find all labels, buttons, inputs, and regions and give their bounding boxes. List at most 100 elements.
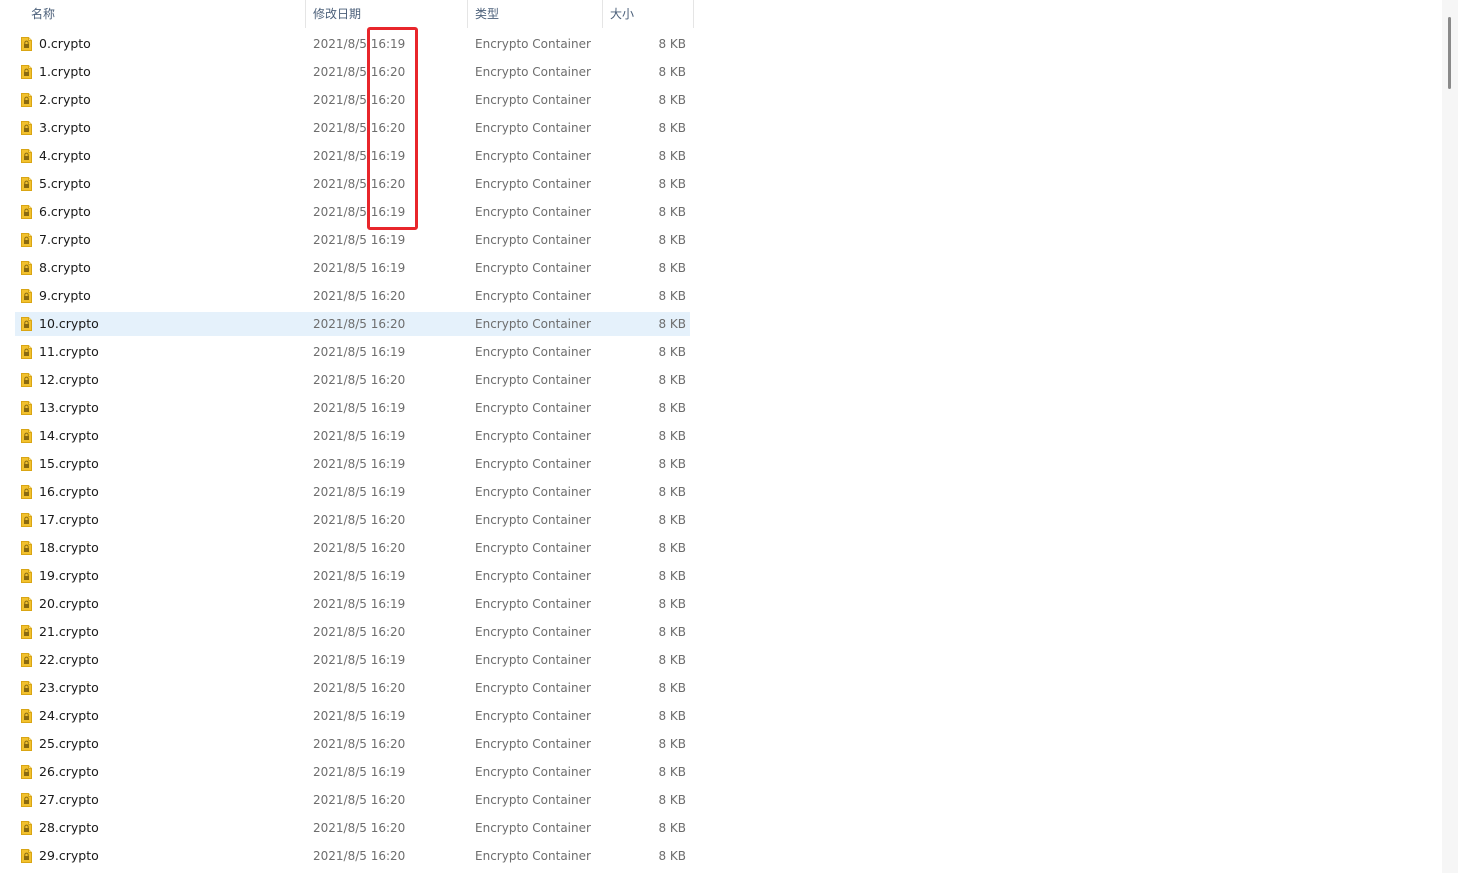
file-row[interactable]: 12.crypto 2021/8/5 16:20 Encrypto Containe…: [0, 368, 700, 396]
crypto-file-icon: [21, 233, 32, 247]
file-row[interactable]: 16.crypto 2021/8/5 16:19 Encrypto Containe…: [0, 480, 700, 508]
file-size: 8 KB: [658, 205, 686, 219]
crypto-file-icon: [21, 93, 32, 107]
file-size: 8 KB: [658, 373, 686, 387]
file-row[interactable]: 20.crypto 2021/8/5 16:19 Encrypto Containe…: [0, 592, 700, 620]
file-modified-date: 2021/8/5 16:20: [313, 849, 406, 863]
file-modified-date: 2021/8/5 16:20: [313, 317, 406, 331]
file-row[interactable]: 29.crypto 2021/8/5 16:20 Encrypto Containe…: [0, 844, 700, 872]
file-modified-date: 2021/8/5 16:19: [313, 345, 406, 359]
crypto-file-icon: [21, 793, 32, 807]
file-type: Encrypto Container: [475, 121, 591, 135]
file-type: Encrypto Container: [475, 177, 591, 191]
file-type: Encrypto Container: [475, 485, 591, 499]
column-header-date[interactable]: 修改日期: [313, 0, 361, 28]
crypto-file-icon: [21, 373, 32, 387]
file-type: Encrypto Container: [475, 261, 591, 275]
file-size: 8 KB: [658, 653, 686, 667]
crypto-file-icon: [21, 485, 32, 499]
file-type: Encrypto Container: [475, 793, 591, 807]
file-size: 8 KB: [658, 289, 686, 303]
file-row[interactable]: 4.crypto 2021/8/5 16:19 Encrypto Container…: [0, 144, 700, 172]
file-row[interactable]: 24.crypto 2021/8/5 16:19 Encrypto Containe…: [0, 704, 700, 732]
file-size: 8 KB: [658, 233, 686, 247]
file-row[interactable]: 28.crypto 2021/8/5 16:20 Encrypto Containe…: [0, 816, 700, 844]
file-type: Encrypto Container: [475, 569, 591, 583]
crypto-file-icon: [21, 177, 32, 191]
file-modified-date: 2021/8/5 16:20: [313, 93, 406, 107]
file-modified-date: 2021/8/5 16:19: [313, 709, 406, 723]
file-row[interactable]: 23.crypto 2021/8/5 16:20 Encrypto Containe…: [0, 676, 700, 704]
column-divider[interactable]: [602, 0, 603, 28]
file-row[interactable]: 18.crypto 2021/8/5 16:20 Encrypto Containe…: [0, 536, 700, 564]
crypto-file-icon: [21, 653, 32, 667]
file-name: 1.crypto: [39, 64, 91, 79]
file-type: Encrypto Container: [475, 681, 591, 695]
file-name: 0.crypto: [39, 36, 91, 51]
file-row[interactable]: 26.crypto 2021/8/5 16:19 Encrypto Containe…: [0, 760, 700, 788]
file-modified-date: 2021/8/5 16:19: [313, 233, 406, 247]
file-name: 9.crypto: [39, 288, 91, 303]
file-name: 24.crypto: [39, 708, 99, 723]
file-name: 21.crypto: [39, 624, 99, 639]
crypto-file-icon: [21, 737, 32, 751]
file-modified-date: 2021/8/5 16:19: [313, 261, 406, 275]
file-type: Encrypto Container: [475, 625, 591, 639]
file-name: 11.crypto: [39, 344, 99, 359]
file-name: 5.crypto: [39, 176, 91, 191]
file-row[interactable]: 1.crypto 2021/8/5 16:20 Encrypto Container…: [0, 60, 700, 88]
crypto-file-icon: [21, 121, 32, 135]
file-type: Encrypto Container: [475, 345, 591, 359]
vertical-scrollbar[interactable]: [1442, 0, 1458, 873]
file-row[interactable]: 15.crypto 2021/8/5 16:19 Encrypto Containe…: [0, 452, 700, 480]
file-row[interactable]: 22.crypto 2021/8/5 16:19 Encrypto Containe…: [0, 648, 700, 676]
crypto-file-icon: [21, 625, 32, 639]
file-row[interactable]: 6.crypto 2021/8/5 16:19 Encrypto Container…: [0, 200, 700, 228]
file-size: 8 KB: [658, 149, 686, 163]
file-row[interactable]: 2.crypto 2021/8/5 16:20 Encrypto Container…: [0, 88, 700, 116]
file-row[interactable]: 10.crypto 2021/8/5 16:20 Encrypto Containe…: [0, 312, 700, 340]
crypto-file-icon: [21, 205, 32, 219]
crypto-file-icon: [21, 569, 32, 583]
crypto-file-icon: [21, 681, 32, 695]
file-modified-date: 2021/8/5 16:20: [313, 821, 406, 835]
file-row[interactable]: 27.crypto 2021/8/5 16:20 Encrypto Containe…: [0, 788, 700, 816]
file-name: 17.crypto: [39, 512, 99, 527]
file-row[interactable]: 9.crypto 2021/8/5 16:20 Encrypto Container…: [0, 284, 700, 312]
file-size: 8 KB: [658, 93, 686, 107]
scrollbar-thumb[interactable]: [1448, 17, 1451, 89]
file-type: Encrypto Container: [475, 429, 591, 443]
file-row[interactable]: 8.crypto 2021/8/5 16:19 Encrypto Container…: [0, 256, 700, 284]
file-size: 8 KB: [658, 821, 686, 835]
file-type: Encrypto Container: [475, 149, 591, 163]
column-divider[interactable]: [305, 0, 306, 28]
file-row[interactable]: 5.crypto 2021/8/5 16:20 Encrypto Container…: [0, 172, 700, 200]
crypto-file-icon: [21, 821, 32, 835]
file-type: Encrypto Container: [475, 737, 591, 751]
column-divider[interactable]: [467, 0, 468, 28]
file-row[interactable]: 11.crypto 2021/8/5 16:19 Encrypto Containe…: [0, 340, 700, 368]
column-divider[interactable]: [693, 0, 694, 28]
file-modified-date: 2021/8/5 16:20: [313, 541, 406, 555]
file-row[interactable]: 0.crypto 2021/8/5 16:19 Encrypto Container…: [0, 32, 700, 60]
file-name: 29.crypto: [39, 848, 99, 863]
file-row[interactable]: 19.crypto 2021/8/5 16:19 Encrypto Containe…: [0, 564, 700, 592]
file-modified-date: 2021/8/5 16:20: [313, 373, 406, 387]
file-row[interactable]: 25.crypto 2021/8/5 16:20 Encrypto Containe…: [0, 732, 700, 760]
crypto-file-icon: [21, 261, 32, 275]
file-row[interactable]: 3.crypto 2021/8/5 16:20 Encrypto Container…: [0, 116, 700, 144]
file-row[interactable]: 13.crypto 2021/8/5 16:19 Encrypto Containe…: [0, 396, 700, 424]
file-size: 8 KB: [658, 625, 686, 639]
file-row[interactable]: 21.crypto 2021/8/5 16:20 Encrypto Containe…: [0, 620, 700, 648]
file-size: 8 KB: [658, 709, 686, 723]
file-name: 7.crypto: [39, 232, 91, 247]
file-size: 8 KB: [658, 737, 686, 751]
file-row[interactable]: 7.crypto 2021/8/5 16:19 Encrypto Container…: [0, 228, 700, 256]
file-modified-date: 2021/8/5 16:19: [313, 765, 406, 779]
column-header-name[interactable]: 名称: [31, 0, 55, 28]
file-row[interactable]: 14.crypto 2021/8/5 16:19 Encrypto Containe…: [0, 424, 700, 452]
file-row[interactable]: 17.crypto 2021/8/5 16:20 Encrypto Containe…: [0, 508, 700, 536]
column-header-type[interactable]: 类型: [475, 0, 499, 28]
file-type: Encrypto Container: [475, 597, 591, 611]
column-header-size[interactable]: 大小: [610, 0, 634, 28]
